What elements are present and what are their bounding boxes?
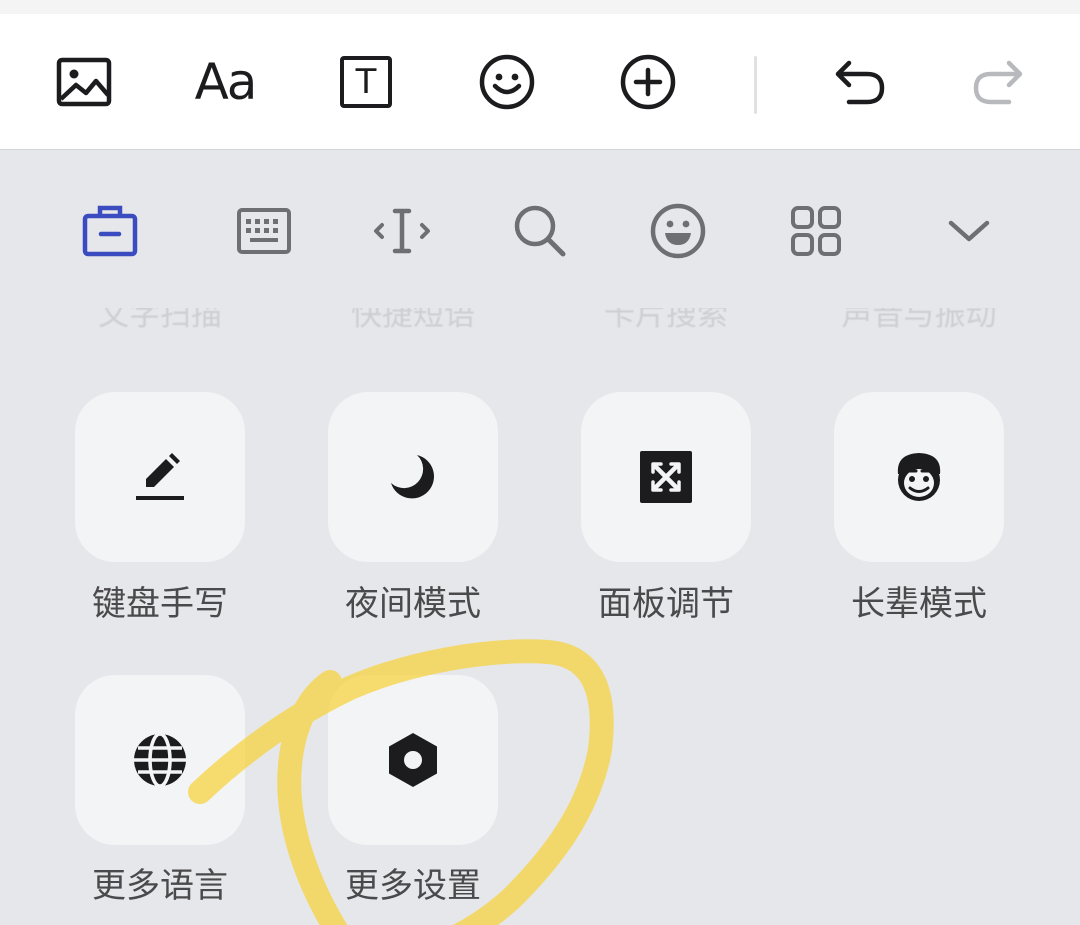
add-button[interactable] (610, 44, 686, 120)
tile-label: 面板调节 (598, 584, 734, 624)
keyboard-tab[interactable] (226, 193, 302, 269)
redo-icon (973, 60, 1023, 105)
toolbox-icon (82, 205, 138, 257)
image-icon (56, 57, 112, 107)
ghost-label: 声音与振动 (841, 308, 997, 333)
moon-icon (391, 455, 434, 499)
redo-button[interactable] (960, 44, 1036, 120)
top-strip (0, 0, 1080, 14)
elder-face-icon (897, 453, 941, 501)
emoji-icon (650, 203, 706, 259)
tile-label: 夜间模式 (345, 584, 481, 624)
editor-toolbar: Aa T (0, 14, 1080, 150)
collapse-chevron-icon (948, 220, 990, 242)
collapse-button[interactable] (931, 193, 1007, 269)
ghost-label: 快捷短语 (351, 308, 475, 333)
ghost-label: 文字扫描 (98, 308, 222, 333)
font-size-icon: Aa (194, 53, 258, 111)
elder-mode-tile[interactable] (834, 392, 1004, 562)
toolbox-tab[interactable] (72, 193, 148, 269)
sticker-button[interactable] (469, 44, 545, 120)
keyboard-icon (237, 208, 291, 254)
text-box-icon: T (340, 56, 392, 108)
apps-grid-tab[interactable] (778, 193, 854, 269)
text-box-glyph: T (355, 62, 377, 102)
emoji-tab[interactable] (640, 193, 716, 269)
insert-image-button[interactable] (46, 44, 122, 120)
search-tab[interactable] (502, 193, 578, 269)
undo-icon (835, 60, 885, 105)
panel-adjust-tile[interactable] (581, 392, 751, 562)
sticker-icon (479, 54, 535, 110)
globe-icon (134, 732, 186, 788)
tile-label: 长辈模式 (851, 584, 987, 624)
undo-button[interactable] (822, 44, 898, 120)
ghost-label: 卡片搜索 (604, 308, 728, 333)
night-mode-tile[interactable] (328, 392, 498, 562)
tile-label: 更多语言 (92, 866, 228, 906)
scrolled-labels-row: 文字扫描 快捷短语 卡片搜索 声音与振动 (0, 308, 1080, 344)
toolbar-divider (754, 56, 757, 114)
handwriting-tile[interactable] (75, 392, 245, 562)
search-icon (514, 205, 566, 257)
apps-grid-icon (791, 206, 841, 256)
keyboard-toolbar (0, 151, 1080, 307)
more-settings-tile[interactable] (328, 675, 498, 845)
cursor-move-tab[interactable] (364, 193, 440, 269)
add-icon (620, 54, 676, 110)
more-languages-tile[interactable] (75, 675, 245, 845)
panel-resize-icon (640, 451, 692, 503)
settings-hexagon-icon (389, 733, 437, 787)
font-style-button[interactable]: Aa (187, 44, 263, 120)
pen-write-icon (136, 453, 184, 500)
text-box-button[interactable]: T (328, 44, 404, 120)
cursor-move-icon (374, 208, 430, 254)
tile-label: 更多设置 (345, 866, 481, 906)
tile-label: 键盘手写 (92, 584, 228, 624)
